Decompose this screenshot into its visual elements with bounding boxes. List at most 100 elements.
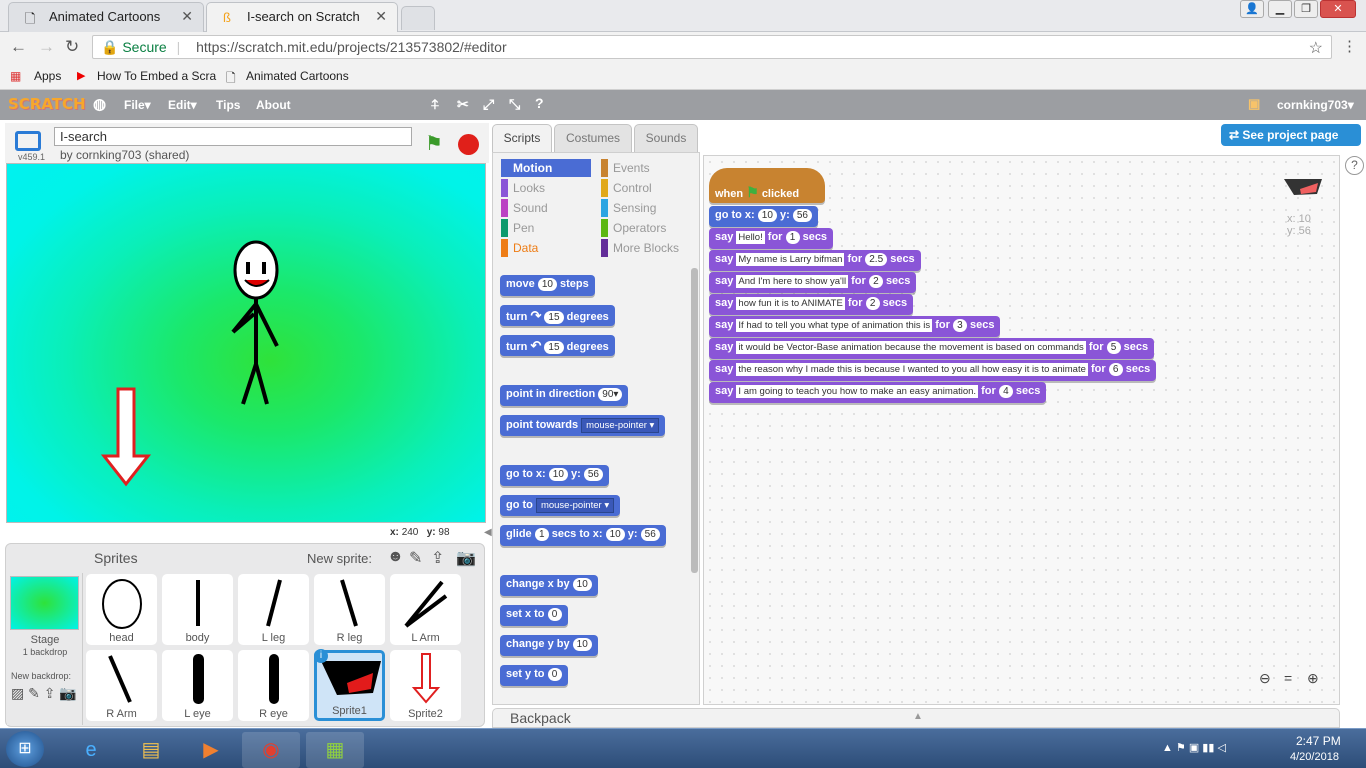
bookmark-star-icon[interactable]: ☆ [1309, 38, 1323, 58]
zoom-in-icon[interactable]: ⊕ [1307, 670, 1319, 687]
category-control[interactable]: Control [601, 179, 652, 197]
paint-icon[interactable]: ✎ [409, 548, 422, 568]
forward-icon[interactable]: → [38, 37, 55, 57]
set-x-block[interactable]: set x to 0 [500, 605, 568, 626]
close-tab-icon[interactable]: ✕ [181, 8, 193, 25]
media-player-icon[interactable]: ▶ [182, 732, 240, 768]
app-icon[interactable]: ▦ [306, 732, 364, 768]
stop-icon[interactable] [458, 134, 479, 155]
turn-left-block[interactable]: turn ↶ 15 degrees [500, 335, 615, 356]
collapse-stage-icon[interactable]: ◀ [484, 527, 492, 538]
say-for-secs-block[interactable]: say And I'm here to show ya'll for 2 sec… [709, 272, 917, 293]
browser-tab-animated-cartoons[interactable]: 🗋 Animated Cartoons ✕ [8, 2, 204, 32]
see-project-page-button[interactable]: ⇄ See project page [1221, 124, 1361, 146]
tab-costumes[interactable]: Costumes [554, 124, 632, 153]
turn-right-block[interactable]: turn ↷ 15 degrees [500, 305, 615, 326]
say-for-secs-block[interactable]: say I am going to teach you how to make … [709, 382, 1047, 403]
say-for-secs-block[interactable]: say how fun it is to ANIMATE for 2 secs [709, 294, 914, 315]
glide-block[interactable]: glide 1 secs to x: 10 y: 56 [500, 525, 666, 546]
say-for-secs-block[interactable]: say If had to tell you what type of anim… [709, 316, 1001, 337]
change-x-block[interactable]: change x by 10 [500, 575, 598, 596]
profile-icon[interactable]: 👤 [1240, 0, 1264, 18]
close-tab-icon[interactable]: ✕ [375, 8, 387, 25]
back-icon[interactable]: ← [10, 37, 27, 57]
say-for-secs-block[interactable]: say My name is Larry bifman for 2.5 secs [709, 250, 921, 271]
category-pen[interactable]: Pen [501, 219, 534, 237]
category-looks[interactable]: Looks [501, 179, 545, 197]
minimize-icon[interactable]: ▁ [1268, 0, 1292, 18]
sprite-r-arm[interactable]: R Arm [86, 650, 157, 721]
category-motion[interactable]: Motion [501, 159, 591, 177]
tray-icons[interactable]: ▲ ⚑ ▣ ▮▮ ◁ [1162, 741, 1226, 754]
info-icon[interactable]: i [314, 649, 328, 663]
cut-icon[interactable]: ✂ [457, 96, 469, 113]
bookmark-animated-cartoons[interactable]: Animated Cartoons [246, 69, 349, 83]
camera-icon[interactable]: 📷 [456, 548, 476, 568]
go-to-block[interactable]: go to mouse-pointer ▾ [500, 495, 621, 516]
sprite-r-leg[interactable]: R leg [314, 574, 385, 645]
menu-about[interactable]: About [256, 98, 291, 112]
help-icon[interactable]: ? [535, 95, 544, 111]
category-operators[interactable]: Operators [601, 219, 666, 237]
new-tab-button[interactable] [401, 6, 435, 30]
url-input[interactable]: 🔒 Secure | https://scratch.mit.edu/proje… [92, 35, 1332, 59]
internet-explorer-icon[interactable]: e [62, 732, 120, 768]
menu-file[interactable]: File▾ [124, 98, 151, 112]
globe-icon[interactable]: ◍ [93, 95, 106, 113]
upload-icon[interactable]: ⇪ [431, 548, 444, 568]
shrink-icon[interactable]: ⤡ [509, 96, 520, 113]
sprite-l-eye[interactable]: L eye [162, 650, 233, 721]
tab-sounds[interactable]: Sounds [634, 124, 698, 153]
backdrop-tools-icons[interactable]: ▨ ✎ ⇪ 📷 [11, 685, 77, 702]
tab-scripts[interactable]: Scripts [492, 124, 552, 153]
say-for-secs-block[interactable]: say Hello! for 1 secs [709, 228, 834, 249]
when-flag-clicked-block[interactable]: when ⚑ clicked [709, 168, 825, 203]
category-data[interactable]: Data [501, 239, 538, 257]
menu-edit[interactable]: Edit▾ [168, 98, 197, 112]
sprite-l-arm[interactable]: L Arm [390, 574, 461, 645]
folder-icon[interactable]: ▣ [1248, 96, 1260, 112]
close-window-icon[interactable]: ✕ [1320, 0, 1356, 18]
file-explorer-icon[interactable]: ▤ [122, 732, 180, 768]
duplicate-icon[interactable]: ⍏ [431, 96, 439, 113]
move-steps-block[interactable]: move 10 steps [500, 275, 595, 296]
sprite-l-leg[interactable]: L leg [238, 574, 309, 645]
browser-tab-scratch[interactable]: ß I-search on Scratch ✕ [206, 2, 398, 32]
sprite-sprite1[interactable]: Sprite1 i [314, 649, 385, 721]
bookmark-apps[interactable]: Apps [34, 69, 61, 83]
reload-icon[interactable]: ↻ [65, 37, 79, 57]
category-sensing[interactable]: Sensing [601, 199, 656, 217]
point-in-direction-block[interactable]: point in direction 90▾ [500, 385, 629, 406]
chevron-up-icon[interactable]: ▲ [913, 711, 923, 722]
sprite-head[interactable]: head [86, 574, 157, 645]
palette-scrollbar[interactable] [691, 268, 698, 573]
user-menu[interactable]: cornking703▾ [1277, 98, 1354, 112]
say-for-secs-block[interactable]: say the reason why I made this is becaus… [709, 360, 1157, 381]
help-icon[interactable]: ? [1345, 156, 1364, 175]
category-sound[interactable]: Sound [501, 199, 548, 217]
stage-canvas[interactable] [6, 163, 486, 523]
scratch-logo[interactable]: SCRATCH [8, 95, 86, 113]
grow-icon[interactable]: ⤢ [483, 96, 494, 113]
scripts-area[interactable]: when ⚑ clicked go to x: 10 y: 56 say Hel… [703, 155, 1340, 705]
menu-icon[interactable]: ⋮ [1342, 37, 1357, 55]
sprite-sprite2[interactable]: Sprite2 [390, 650, 461, 721]
go-to-xy-block[interactable]: go to x: 10 y: 56 [709, 206, 818, 227]
set-y-block[interactable]: set y to 0 [500, 665, 568, 686]
zoom-reset-icon[interactable]: = [1284, 670, 1292, 686]
category-events[interactable]: Events [601, 159, 650, 177]
backpack[interactable]: Backpack ▲ [492, 708, 1340, 728]
bookmark-embed[interactable]: How To Embed a Scra [97, 69, 216, 83]
project-title-input[interactable]: I-search [54, 127, 412, 146]
stage-thumbnail[interactable] [10, 576, 79, 630]
point-towards-block[interactable]: point towards mouse-pointer ▾ [500, 415, 666, 436]
category-more-blocks[interactable]: More Blocks [601, 239, 679, 257]
chrome-icon[interactable]: ◉ [242, 732, 300, 768]
sprite-r-eye[interactable]: R eye [238, 650, 309, 721]
change-y-block[interactable]: change y by 10 [500, 635, 598, 656]
restore-icon[interactable]: ❐ [1294, 0, 1318, 18]
start-button[interactable]: ⊞ [6, 731, 44, 767]
say-for-secs-block[interactable]: say it would be Vector-Base animation be… [709, 338, 1155, 359]
green-flag-icon[interactable]: ⚑ [425, 131, 443, 156]
menu-tips[interactable]: Tips [216, 98, 240, 112]
